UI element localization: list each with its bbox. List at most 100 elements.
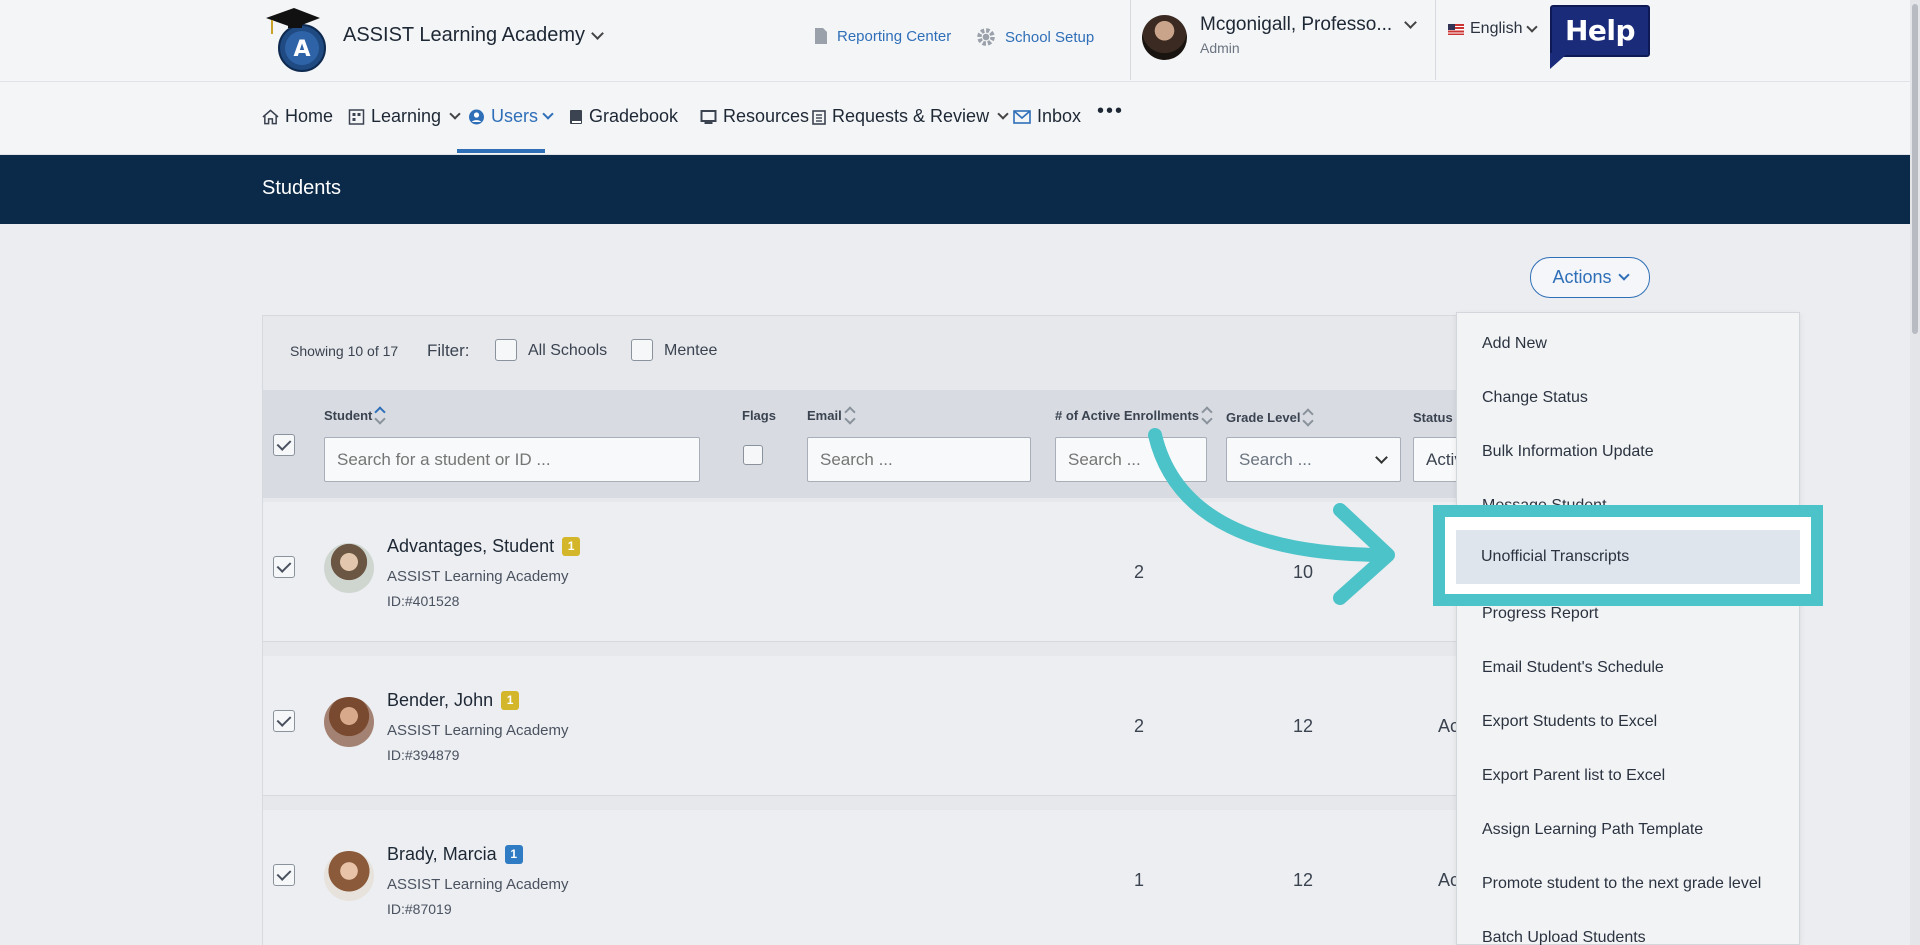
column-enrollments-label: # of Active Enrollments <box>1055 408 1199 423</box>
language-label: English <box>1470 20 1523 37</box>
flag-badge[interactable]: 1 <box>504 845 523 864</box>
student-school: ASSIST Learning Academy <box>387 876 569 893</box>
student-id: ID:#87019 <box>387 901 452 917</box>
nav-requests-review[interactable]: Requests & Review <box>812 106 1009 127</box>
help-label: Help <box>1550 5 1650 57</box>
flag-badge[interactable]: 1 <box>501 691 520 710</box>
sort-icon <box>1302 408 1315 427</box>
pointer-arrow-icon <box>1148 428 1395 605</box>
student-name-link[interactable]: Brady, Marcia 1 <box>387 844 523 865</box>
nav-users[interactable]: Users <box>468 106 554 127</box>
clipboard-icon <box>812 109 826 125</box>
user-menu[interactable]: Mcgonigall, Professo... <box>1200 14 1418 36</box>
nav-learning[interactable]: Learning <box>348 106 461 127</box>
student-name-link[interactable]: Bender, John 1 <box>387 690 520 711</box>
nav-learning-label: Learning <box>371 106 442 126</box>
nav-inbox-label: Inbox <box>1037 106 1082 126</box>
actions-button[interactable]: Actions <box>1530 257 1650 298</box>
school-setup-label: School Setup <box>1005 28 1095 46</box>
table-row[interactable]: Brady, Marcia 1 ASSIST Learning Academy … <box>263 810 1461 945</box>
user-role: Admin <box>1200 40 1240 56</box>
menu-item-batch-upload[interactable]: Batch Upload Students <box>1457 915 1799 945</box>
student-id: ID:#394879 <box>387 747 460 763</box>
page-banner: Students <box>0 155 1920 224</box>
top-header: A ASSIST Learning Academy Reporting Cent… <box>0 0 1920 82</box>
all-schools-checkbox[interactable] <box>495 339 517 361</box>
mentee-checkbox[interactable] <box>631 339 653 361</box>
user-avatar[interactable] <box>1142 15 1187 60</box>
row-checkbox[interactable] <box>273 710 295 732</box>
menu-item-bulk-information-update[interactable]: Bulk Information Update <box>1457 429 1799 475</box>
avatar <box>324 543 374 593</box>
student-id: ID:#401528 <box>387 593 460 609</box>
avatar <box>324 697 374 747</box>
sort-icon <box>1201 406 1213 425</box>
actions-dropdown-menu: Add New Change Status Bulk Information U… <box>1456 312 1800 945</box>
help-button[interactable]: Help <box>1550 5 1650 69</box>
column-email-label: Email <box>807 408 842 423</box>
column-enrollments[interactable]: # of Active Enrollments <box>1055 406 1213 425</box>
scrollbar-thumb[interactable] <box>1912 4 1918 334</box>
column-grade[interactable]: Grade Level <box>1226 408 1315 427</box>
nav-inbox[interactable]: Inbox <box>1013 106 1081 127</box>
select-all-checkbox[interactable] <box>273 434 295 456</box>
document-icon <box>815 28 827 44</box>
nav-resources[interactable]: Resources <box>700 106 809 127</box>
grade-level: 12 <box>1293 870 1314 890</box>
row-checkbox[interactable] <box>273 864 295 886</box>
row-checkbox[interactable] <box>273 556 295 578</box>
flag-badge[interactable]: 1 <box>562 537 581 556</box>
mentee-label: Mentee <box>664 342 718 359</box>
enrollments-count: 1 <box>1134 870 1145 890</box>
student-name-link[interactable]: Advantages, Student 1 <box>387 536 581 557</box>
student-school: ASSIST Learning Academy <box>387 568 569 585</box>
nav-gradebook-label: Gradebook <box>589 106 679 126</box>
column-student-label: Student <box>324 408 373 423</box>
column-grade-label: Grade Level <box>1226 410 1301 425</box>
gear-icon <box>977 28 995 46</box>
reporting-center-label: Reporting Center <box>837 27 952 45</box>
speech-bubble-tail <box>1550 53 1568 69</box>
school-name: ASSIST Learning Academy <box>343 24 585 46</box>
menu-item-email-schedule[interactable]: Email Student's Schedule <box>1457 645 1799 691</box>
nav-more-button[interactable]: ••• <box>1097 100 1124 123</box>
chevron-down-icon <box>1404 16 1418 29</box>
menu-item-export-students[interactable]: Export Students to Excel <box>1457 699 1799 745</box>
nav-home-label: Home <box>285 106 334 126</box>
nav-gradebook[interactable]: Gradebook <box>569 106 678 127</box>
user-name: Mcgonigall, Professo... <box>1200 14 1393 35</box>
us-flag-icon <box>1448 23 1464 35</box>
all-schools-label: All Schools <box>528 342 608 359</box>
menu-item-export-parents[interactable]: Export Parent list to Excel <box>1457 753 1799 799</box>
column-student[interactable]: Student <box>324 406 387 425</box>
chevron-down-icon <box>591 26 604 40</box>
table-row[interactable]: Bender, John 1 ASSIST Learning Academy I… <box>263 656 1461 796</box>
student-name: Brady, Marcia <box>387 844 497 864</box>
reporting-center-link[interactable]: Reporting Center <box>813 26 951 46</box>
chevron-down-icon <box>997 108 1009 120</box>
menu-item-change-status[interactable]: Change Status <box>1457 375 1799 421</box>
header-divider <box>1435 0 1436 80</box>
column-email[interactable]: Email <box>807 406 856 425</box>
nav-requests-review-label: Requests & Review <box>832 106 990 126</box>
nav-home[interactable]: Home <box>262 106 333 127</box>
menu-item-promote-student[interactable]: Promote student to the next grade level <box>1457 861 1799 907</box>
menu-item-assign-learning-path[interactable]: Assign Learning Path Template <box>1457 807 1799 853</box>
highlight-frame <box>1433 505 1823 606</box>
book-icon <box>570 109 582 124</box>
student-search-input[interactable] <box>324 437 700 482</box>
nav-resources-label: Resources <box>723 106 810 126</box>
school-logo-icon[interactable]: A <box>262 4 332 72</box>
monitor-icon <box>700 109 717 124</box>
menu-item-add-new[interactable]: Add New <box>1457 321 1799 367</box>
school-setup-link[interactable]: School Setup <box>975 26 1094 48</box>
svg-text:A: A <box>293 37 310 62</box>
language-selector[interactable]: English <box>1448 20 1539 38</box>
email-search-input[interactable] <box>807 437 1031 482</box>
school-selector[interactable]: ASSIST Learning Academy <box>343 24 604 47</box>
nav-users-label: Users <box>491 106 539 126</box>
sort-icon <box>374 406 387 425</box>
enrollments-count: 2 <box>1134 716 1145 736</box>
flags-filter-checkbox[interactable] <box>743 445 763 465</box>
page-title: Students <box>262 177 341 199</box>
